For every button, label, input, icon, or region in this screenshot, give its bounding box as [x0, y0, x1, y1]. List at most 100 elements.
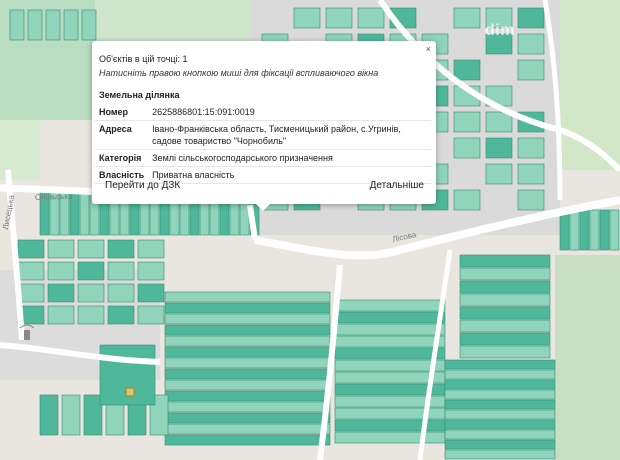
land-parcel[interactable]	[459, 332, 551, 346]
land-parcel[interactable]	[444, 399, 556, 410]
land-parcel[interactable]	[164, 434, 331, 446]
land-parcel[interactable]	[485, 137, 513, 159]
land-parcel[interactable]	[164, 346, 331, 358]
land-parcel[interactable]	[79, 189, 90, 236]
street-label-mid: Опільська	[35, 192, 73, 202]
land-parcel[interactable]	[444, 379, 556, 390]
row-value: Івано-Франківська область, Тисменицький …	[148, 120, 431, 150]
land-parcel[interactable]	[459, 319, 551, 333]
parcel-popup[interactable]: × Об'єктів в цій точці: 1 Натисніть прав…	[92, 41, 436, 211]
land-parcel[interactable]	[137, 283, 165, 303]
land-parcel[interactable]	[444, 359, 556, 370]
land-parcel[interactable]	[599, 209, 610, 251]
land-parcel[interactable]	[444, 419, 556, 430]
land-parcel[interactable]	[569, 209, 580, 251]
land-parcel[interactable]	[63, 9, 79, 41]
close-icon[interactable]: ×	[426, 44, 431, 54]
land-parcel[interactable]	[137, 261, 165, 281]
land-parcel[interactable]	[164, 412, 331, 424]
row-key: Адреса	[95, 120, 149, 150]
land-parcel[interactable]	[107, 305, 135, 325]
land-parcel[interactable]	[77, 261, 105, 281]
land-parcel[interactable]	[77, 283, 105, 303]
go-to-dzk-link[interactable]: Перейти до ДЗК	[105, 180, 180, 191]
land-parcel[interactable]	[164, 324, 331, 336]
land-parcel[interactable]	[81, 9, 97, 41]
land-parcel[interactable]	[164, 390, 331, 402]
details-link[interactable]: Детальніше	[370, 180, 424, 191]
land-parcel[interactable]	[517, 7, 545, 29]
land-parcel[interactable]	[39, 394, 59, 436]
land-parcel[interactable]	[517, 189, 545, 211]
land-parcel[interactable]	[334, 431, 446, 444]
popup-hint: Натисніть правою кнопкою миші для фіксац…	[99, 68, 379, 78]
land-parcel[interactable]	[164, 401, 331, 413]
land-parcel[interactable]	[164, 313, 331, 325]
land-parcel[interactable]	[334, 323, 446, 336]
land-parcel[interactable]	[47, 261, 75, 281]
land-parcel[interactable]	[164, 357, 331, 369]
land-parcel[interactable]	[164, 379, 331, 391]
land-parcel[interactable]	[107, 283, 135, 303]
land-parcel[interactable]	[107, 261, 135, 281]
land-parcel[interactable]	[45, 9, 61, 41]
land-parcel[interactable]	[485, 163, 513, 185]
land-parcel[interactable]	[589, 209, 600, 251]
land-parcel[interactable]	[334, 347, 446, 360]
land-parcel[interactable]	[559, 209, 570, 251]
land-parcel[interactable]	[517, 33, 545, 55]
land-parcel[interactable]	[444, 439, 556, 450]
land-parcel[interactable]	[517, 163, 545, 185]
land-parcel[interactable]	[47, 283, 75, 303]
land-parcel[interactable]	[137, 305, 165, 325]
row-key: Категорія	[95, 149, 149, 167]
land-parcel[interactable]	[459, 267, 551, 281]
land-parcel[interactable]	[137, 239, 165, 259]
land-parcel[interactable]	[334, 335, 446, 348]
land-parcel[interactable]	[453, 7, 481, 29]
land-parcel[interactable]	[459, 254, 551, 268]
land-parcel[interactable]	[164, 302, 331, 314]
land-parcel[interactable]	[334, 299, 446, 312]
land-parcel[interactable]	[77, 239, 105, 259]
land-parcel[interactable]	[334, 359, 446, 372]
land-parcel[interactable]	[517, 137, 545, 159]
land-parcel[interactable]	[609, 209, 620, 251]
land-parcel[interactable]	[17, 239, 45, 259]
land-parcel[interactable]	[164, 291, 331, 303]
land-parcel[interactable]	[444, 369, 556, 380]
land-parcel[interactable]	[164, 335, 331, 347]
land-parcel[interactable]	[334, 311, 446, 324]
land-parcel[interactable]	[579, 209, 590, 251]
land-parcel[interactable]	[47, 305, 75, 325]
land-parcel[interactable]	[77, 305, 105, 325]
land-parcel[interactable]	[334, 419, 446, 432]
land-parcel[interactable]	[459, 280, 551, 294]
land-parcel[interactable]	[444, 429, 556, 440]
land-parcel[interactable]	[517, 59, 545, 81]
land-parcel[interactable]	[107, 239, 135, 259]
watermark-logo: dim	[485, 22, 515, 39]
land-parcel[interactable]	[459, 345, 551, 359]
land-parcel[interactable]	[453, 137, 481, 159]
land-parcel[interactable]	[164, 423, 331, 435]
land-parcel[interactable]	[47, 239, 75, 259]
land-parcel[interactable]	[293, 7, 321, 29]
land-parcel[interactable]	[325, 7, 353, 29]
land-parcel[interactable]	[61, 394, 81, 436]
land-parcel[interactable]	[83, 394, 103, 436]
land-parcel[interactable]	[453, 189, 481, 211]
land-parcel[interactable]	[453, 111, 481, 133]
land-parcel[interactable]	[9, 9, 25, 41]
land-parcel[interactable]	[444, 409, 556, 420]
land-parcel[interactable]	[459, 306, 551, 320]
land-parcel[interactable]	[444, 449, 556, 460]
land-parcel[interactable]	[17, 261, 45, 281]
land-parcel[interactable]	[453, 59, 481, 81]
parcel-info-table: Номер 2625886801:15:091:0019 Адреса Іван…	[95, 104, 431, 184]
land-parcel[interactable]	[357, 7, 385, 29]
land-parcel[interactable]	[27, 9, 43, 41]
land-parcel[interactable]	[459, 293, 551, 307]
land-parcel[interactable]	[164, 368, 331, 380]
land-parcel[interactable]	[444, 389, 556, 400]
